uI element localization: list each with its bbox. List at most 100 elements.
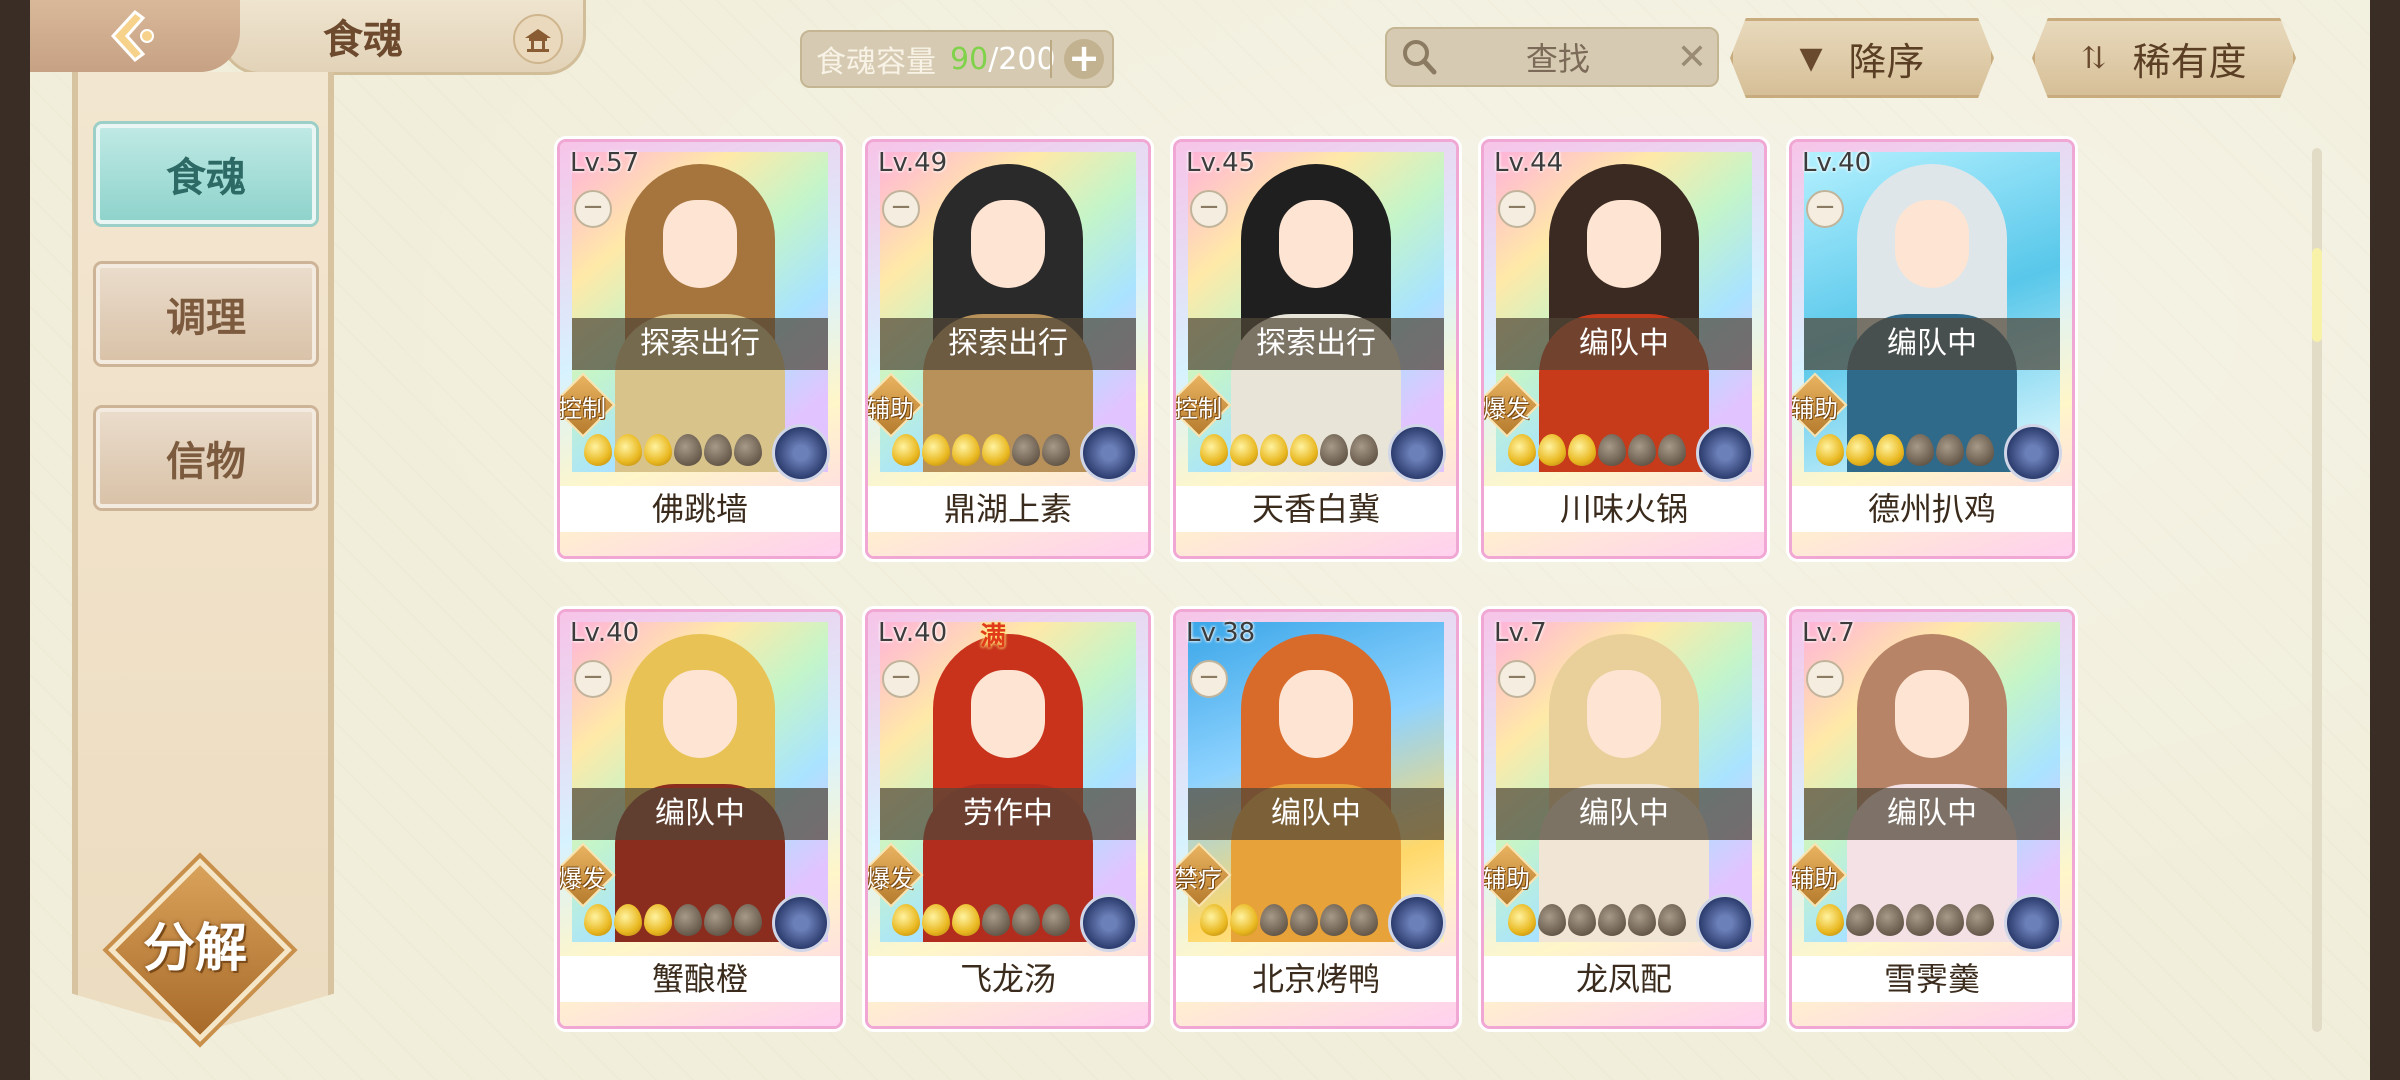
star-empty-icon — [1568, 904, 1596, 936]
capacity-label: 食魂容量 — [816, 45, 936, 80]
character-face — [1279, 670, 1353, 758]
star-rating — [892, 434, 1070, 466]
card-level: Lv.57 — [570, 148, 640, 178]
food-soul-card[interactable]: Lv.40 − 编队中 爆发 蟹酿橙 — [560, 612, 840, 1026]
lock-icon[interactable]: − — [574, 660, 612, 698]
element-emblem-icon — [1696, 424, 1754, 482]
house-icon[interactable] — [513, 14, 563, 64]
star-empty-icon — [1598, 434, 1626, 466]
role-label: 控制 — [560, 395, 606, 423]
star-filled-icon — [1200, 904, 1228, 936]
star-filled-icon — [922, 434, 950, 466]
star-empty-icon — [1012, 904, 1040, 936]
food-soul-card[interactable]: Lv.40 满 − 劳作中 爆发 飞龙汤 — [868, 612, 1148, 1026]
decompose-button[interactable]: 分解 — [108, 858, 292, 1042]
sidebar-item-food-souls[interactable]: 食魂 — [96, 124, 316, 224]
sort-order-button[interactable]: ▼ 降序 — [1730, 18, 1994, 98]
scrollbar[interactable] — [2312, 148, 2322, 1032]
card-name: 雪霁羹 — [1792, 956, 2072, 1002]
role-label: 控制 — [1176, 395, 1222, 423]
character-portrait — [1496, 622, 1752, 942]
add-capacity-button[interactable]: + — [1064, 39, 1104, 79]
star-filled-icon — [614, 904, 642, 936]
food-soul-card[interactable]: Lv.40 − 编队中 辅助 德州扒鸡 — [1792, 142, 2072, 556]
lock-icon[interactable]: − — [1806, 190, 1844, 228]
character-portrait — [1188, 622, 1444, 942]
food-soul-card[interactable]: Lv.7 − 编队中 辅助 龙凤配 — [1484, 612, 1764, 1026]
star-rating — [1816, 434, 1994, 466]
star-rating — [1508, 904, 1686, 936]
food-soul-card[interactable]: Lv.38 − 编队中 禁疗 北京烤鸭 — [1176, 612, 1456, 1026]
star-empty-icon — [704, 904, 732, 936]
element-emblem-icon — [772, 424, 830, 482]
lock-icon[interactable]: − — [1498, 660, 1536, 698]
sidebar-item-tokens[interactable]: 信物 — [96, 408, 316, 508]
sidebar-item-conditioning[interactable]: 调理 — [96, 264, 316, 364]
lock-icon[interactable]: − — [882, 190, 920, 228]
star-empty-icon — [1966, 434, 1994, 466]
star-filled-icon — [892, 434, 920, 466]
food-soul-card[interactable]: Lv.57 − 探索出行 控制 佛跳墙 — [560, 142, 840, 556]
max-badge: 满 — [980, 622, 1007, 652]
scrollbar-thumb[interactable] — [2312, 248, 2322, 342]
sort-label: 降序 — [1848, 39, 1925, 84]
star-filled-icon — [644, 904, 672, 936]
card-level: Lv.7 — [1494, 618, 1547, 648]
card-status: 探索出行 — [1188, 318, 1444, 370]
card-name: 北京烤鸭 — [1176, 956, 1456, 1002]
lock-icon[interactable]: − — [1498, 190, 1536, 228]
food-soul-card[interactable]: Lv.45 − 探索出行 控制 天香白冀 — [1176, 142, 1456, 556]
card-name: 天香白冀 — [1176, 486, 1456, 532]
star-filled-icon — [1816, 904, 1844, 936]
character-face — [1895, 670, 1969, 758]
card-level: Lv.45 — [1186, 148, 1256, 178]
food-soul-card[interactable]: Lv.44 − 编队中 爆发 川味火锅 — [1484, 142, 1764, 556]
element-emblem-icon — [2004, 424, 2062, 482]
star-empty-icon — [1936, 434, 1964, 466]
character-portrait — [1804, 152, 2060, 472]
rarity-filter-button[interactable]: ⇅ 稀有度 — [2032, 18, 2296, 98]
character-portrait — [572, 622, 828, 942]
role-label: 爆发 — [560, 865, 606, 893]
element-emblem-icon — [1080, 424, 1138, 482]
lock-icon[interactable]: − — [574, 190, 612, 228]
card-level: Lv.44 — [1494, 148, 1564, 178]
character-face — [663, 670, 737, 758]
character-face — [1279, 200, 1353, 288]
element-emblem-icon — [1388, 894, 1446, 952]
star-empty-icon — [1846, 904, 1874, 936]
rarity-label: 稀有度 — [2132, 39, 2247, 84]
food-soul-card[interactable]: Lv.7 − 编队中 辅助 雪霁羹 — [1792, 612, 2072, 1026]
star-empty-icon — [734, 434, 762, 466]
decompose-label: 分解 — [142, 918, 247, 979]
down-triangle-icon: ▼ — [1799, 40, 1823, 76]
clear-search-icon[interactable]: ✕ — [1677, 37, 1707, 78]
lock-icon[interactable]: − — [882, 660, 920, 698]
star-filled-icon — [614, 434, 642, 466]
lock-icon[interactable]: − — [1190, 190, 1228, 228]
star-empty-icon — [1350, 434, 1378, 466]
card-name: 蟹酿橙 — [560, 956, 840, 1002]
role-label: 爆发 — [868, 865, 914, 893]
lock-icon[interactable]: − — [1806, 660, 1844, 698]
lock-icon[interactable]: − — [1190, 660, 1228, 698]
card-name: 龙凤配 — [1484, 956, 1764, 1002]
star-empty-icon — [982, 904, 1010, 936]
sort-arrows-icon: ⇅ — [2081, 40, 2107, 76]
element-emblem-icon — [1388, 424, 1446, 482]
character-portrait — [1496, 152, 1752, 472]
search-field[interactable]: 查找 ✕ — [1385, 27, 1719, 87]
star-empty-icon — [1260, 904, 1288, 936]
star-filled-icon — [1816, 434, 1844, 466]
card-status: 编队中 — [1188, 788, 1444, 840]
star-rating — [1200, 904, 1378, 936]
character-face — [1895, 200, 1969, 288]
card-level: Lv.40 — [570, 618, 640, 648]
back-button[interactable] — [30, 0, 240, 72]
element-emblem-icon — [1080, 894, 1138, 952]
star-empty-icon — [1628, 904, 1656, 936]
star-filled-icon — [1846, 434, 1874, 466]
star-empty-icon — [1320, 904, 1348, 936]
star-filled-icon — [952, 434, 980, 466]
food-soul-card[interactable]: Lv.49 − 探索出行 辅助 鼎湖上素 — [868, 142, 1148, 556]
